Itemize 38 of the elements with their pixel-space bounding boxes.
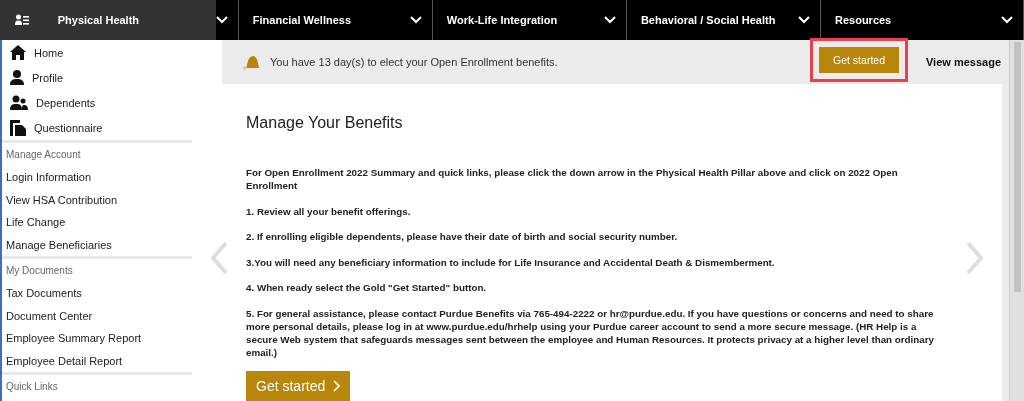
- home-icon: [10, 45, 26, 60]
- section-header: My Documents: [6, 265, 73, 276]
- scrollbar[interactable]: [1009, 40, 1024, 401]
- sidebar-item[interactable]: Login Information: [6, 171, 91, 184]
- people-icon: [10, 95, 28, 110]
- sidebar-item[interactable]: Profile: [32, 71, 64, 84]
- documents-icon: [10, 119, 26, 136]
- nav-tab[interactable]: Physical Health: [43, 0, 239, 40]
- chevron-right-icon: [333, 380, 341, 392]
- section-header: Quick Links: [6, 381, 58, 392]
- instruction-text: 4. When ready select the Gold "Get Started" button.: [246, 281, 488, 294]
- chevron-down-icon[interactable]: [409, 16, 422, 24]
- sidebar-item[interactable]: Manage Beneficiaries: [6, 238, 112, 251]
- section-header: Manage Account: [6, 149, 81, 160]
- instruction-text: 5. For general assistance, please contact Purdue Benefits via 765-494-2222 or hr@purdue.edu. If you have questions or concerns and need to share more personal details, please log in at www.purdue.edu/hrhelp using your Purdue career account to send a more secure message. (HR Help is a secure Web system that safeguards messages sent between the employee and Human Resources. It protects privacy at a higher level than ordinary email.): [246, 306, 936, 359]
- chevron-down-icon[interactable]: [215, 16, 228, 24]
- bell-icon: [242, 54, 260, 70]
- card-title: Manage Your Benefits: [246, 114, 404, 132]
- sidebar-item[interactable]: Life Change: [6, 216, 66, 229]
- user-list-icon[interactable]: [14, 14, 29, 26]
- sidebar-item[interactable]: Questionnaire: [34, 121, 103, 134]
- instruction-text: 1. Review all your benefit offerings.: [246, 204, 412, 218]
- sidebar-item[interactable]: Document Center: [6, 309, 93, 322]
- sidebar-item[interactable]: View HSA Contribution: [6, 193, 118, 206]
- person-icon: [10, 70, 24, 85]
- chevron-down-icon[interactable]: [1001, 16, 1013, 24]
- instruction-text: For Open Enrollment 2022 Summary and quick links, please click the down arrow in the Physical Health Pillar above and click on 2022 Open Enrollment: [246, 166, 899, 192]
- chevron-down-icon[interactable]: [798, 16, 810, 24]
- instruction-text: 2. If enrolling eligible dependents, please have their date of birth and social security number.: [246, 230, 679, 243]
- sidebar-item[interactable]: Home: [34, 46, 64, 59]
- view-message-link[interactable]: View message: [926, 56, 1001, 68]
- sidebar-item[interactable]: Employee Detail Report: [6, 354, 123, 367]
- instruction-text: 3.You will need any beneficiary information to include for Life Insurance and Accidental Death & Dismemberment.: [246, 255, 776, 269]
- sidebar-item[interactable]: Dependents: [36, 96, 96, 109]
- chevron-down-icon[interactable]: [603, 16, 616, 24]
- sidebar-item[interactable]: Tax Documents: [6, 287, 82, 300]
- sidebar-item[interactable]: Employee Summary Report: [6, 332, 142, 345]
- enrollment-message: You have 13 day(s) to elect your Open Enrollment benefits.: [270, 56, 559, 68]
